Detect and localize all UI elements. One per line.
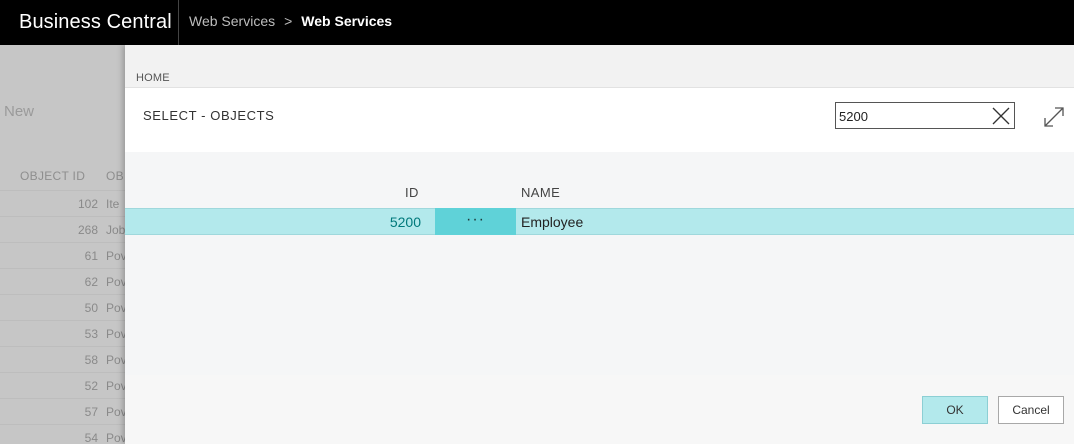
app-title[interactable]: Business Central — [19, 11, 172, 34]
table-row: 52 Pov — [0, 372, 130, 398]
app-header: Business Central Web Services > Web Serv… — [0, 0, 1074, 45]
column-header-object-id: OBJECT ID — [20, 169, 86, 183]
object-name: Pov — [106, 301, 127, 315]
object-id: 57 — [84, 405, 98, 419]
tab-home[interactable]: HOME — [136, 72, 170, 84]
object-id: 268 — [77, 223, 98, 237]
dialog-footer: OK Cancel — [125, 375, 1074, 444]
column-header-id[interactable]: ID — [405, 185, 418, 200]
row-actions-button[interactable]: ··· — [435, 208, 516, 235]
object-name: Pov — [106, 405, 127, 419]
chevron-right-icon: > — [284, 13, 293, 29]
table-row: 57 Pov — [0, 398, 130, 424]
object-id: 52 — [84, 379, 98, 393]
column-header-name[interactable]: NAME — [521, 185, 560, 200]
table-row: 58 Pov — [0, 346, 130, 372]
object-name: Pov — [106, 431, 127, 444]
background-page: New OBJECT ID OB 102 Ite 268 Job 61 Pov … — [0, 45, 130, 444]
breadcrumb: Web Services > Web Services — [189, 13, 392, 29]
object-id: 102 — [77, 197, 98, 211]
ok-button[interactable]: OK — [922, 396, 988, 424]
table-row: 102 Ite — [0, 190, 130, 216]
action-ribbon: HOME — [125, 45, 1074, 88]
table-row: 268 Job — [0, 216, 130, 242]
breadcrumb-item-web-services[interactable]: Web Services — [189, 13, 275, 29]
object-name: Pov — [106, 327, 127, 341]
object-name: Pov — [106, 275, 127, 289]
object-name: Pov — [106, 379, 127, 393]
dialog-title: SELECT - OBJECTS — [143, 108, 275, 123]
object-id: 54 — [84, 431, 98, 444]
table-row: 50 Pov — [0, 294, 130, 320]
row-name: Employee — [521, 214, 584, 230]
table-row: 62 Pov — [0, 268, 130, 294]
table-row: 61 Pov — [0, 242, 130, 268]
header-divider — [178, 0, 179, 45]
row-id-link[interactable]: 5200 — [390, 214, 421, 230]
object-id: 62 — [84, 275, 98, 289]
cancel-button[interactable]: Cancel — [998, 396, 1064, 424]
object-id: 53 — [84, 327, 98, 341]
object-id: 58 — [84, 353, 98, 367]
dialog-header: SELECT - OBJECTS — [125, 88, 1074, 152]
object-name: Job — [106, 223, 126, 237]
new-action: New — [4, 103, 35, 120]
objects-list: ID NAME 5200 ··· Employee — [125, 152, 1074, 375]
table-row: 53 Pov — [0, 320, 130, 346]
table-row: 54 Pov — [0, 424, 130, 444]
expand-icon[interactable] — [1043, 106, 1065, 128]
column-header-object-name: OB — [106, 169, 124, 183]
breadcrumb-current: Web Services — [301, 13, 393, 29]
select-objects-dialog: HOME SELECT - OBJECTS ID NAME 5200 ··· E… — [125, 45, 1074, 444]
search-box — [835, 102, 1015, 129]
object-name: Pov — [106, 353, 127, 367]
object-name: Pov — [106, 249, 127, 263]
object-id: 61 — [84, 249, 98, 263]
search-input[interactable] — [839, 107, 984, 125]
table-row-selected[interactable]: 5200 ··· Employee — [125, 208, 1074, 235]
close-icon[interactable] — [990, 105, 1012, 127]
object-name: Ite — [106, 197, 120, 211]
object-id: 50 — [84, 301, 98, 315]
